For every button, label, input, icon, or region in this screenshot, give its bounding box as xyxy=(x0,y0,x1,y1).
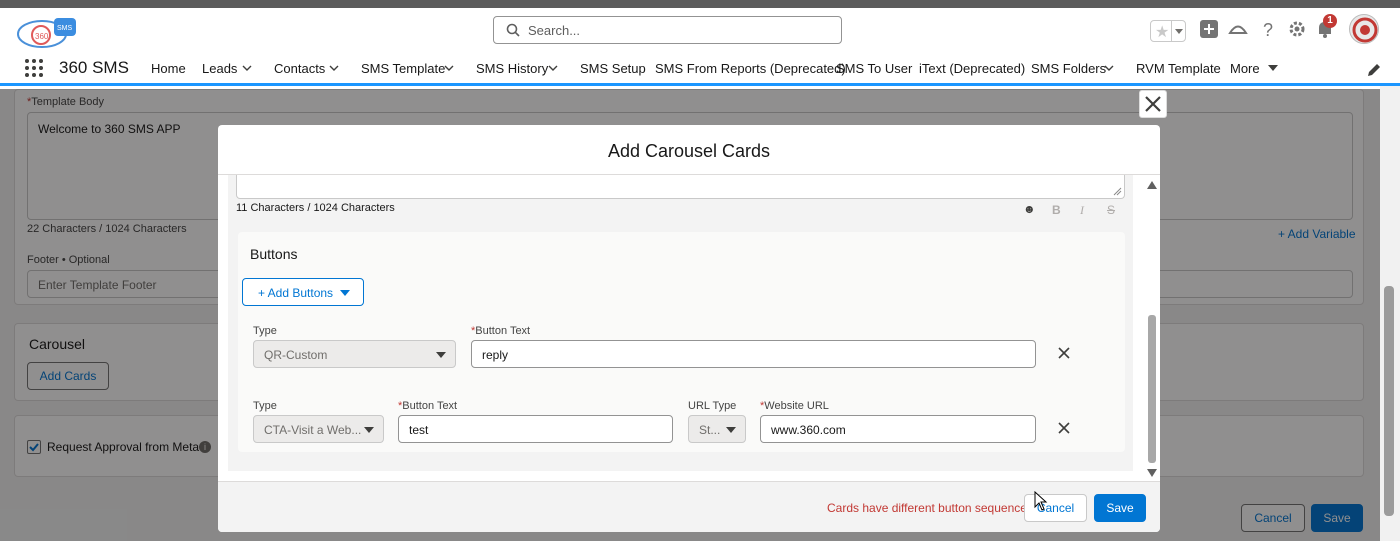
row2-website-url-value: www.360.com xyxy=(771,423,846,437)
italic-icon[interactable]: I xyxy=(1080,203,1084,218)
modal-body[interactable]: 11 Characters / 1024 Characters ☻ B I S … xyxy=(228,175,1133,471)
app-launcher-icon[interactable] xyxy=(24,58,44,78)
caret-down-icon xyxy=(340,290,350,296)
row2-website-url-input[interactable]: www.360.com xyxy=(760,415,1036,443)
favorites-dropdown-icon[interactable] xyxy=(1171,21,1185,41)
global-header: 360 SMS Search... ★ ? 1 xyxy=(0,8,1400,54)
row2-button-text-input[interactable]: test xyxy=(398,415,673,443)
row1-type-label: Type xyxy=(253,325,277,337)
trailhead-icon[interactable] xyxy=(1227,18,1249,40)
strikethrough-icon[interactable]: S xyxy=(1107,203,1115,217)
nav-item-leads[interactable]: Leads xyxy=(202,61,237,76)
chevron-down-icon[interactable] xyxy=(1104,63,1114,73)
caret-down-icon[interactable] xyxy=(1268,63,1278,73)
svg-text:?: ? xyxy=(1263,20,1273,40)
nav-item-rvm-template[interactable]: RVM Template xyxy=(1136,61,1221,76)
modal-footer: Cards have different button sequence. Ca… xyxy=(218,481,1160,532)
row1-type-select[interactable]: QR-Custom xyxy=(253,340,456,368)
app-navigation-bar: 360 SMS Home Leads Contacts SMS Template… xyxy=(0,54,1400,86)
chevron-down-icon[interactable] xyxy=(444,63,454,73)
modal-scrollbar-thumb[interactable] xyxy=(1148,315,1156,463)
row2-remove-icon[interactable] xyxy=(1056,420,1072,436)
row2-button-text-value: test xyxy=(409,423,429,437)
modal-header: Add Carousel Cards xyxy=(218,125,1160,175)
caret-down-icon xyxy=(364,427,374,433)
nav-item-sms-setup[interactable]: SMS Setup xyxy=(580,61,646,76)
card-body-char-count: 11 Characters / 1024 Characters xyxy=(236,202,395,214)
scroll-down-icon[interactable] xyxy=(1147,469,1157,477)
row2-url-type-label: URL Type xyxy=(688,400,737,412)
row2-type-select[interactable]: CTA-Visit a Web... xyxy=(253,415,384,443)
help-icon[interactable]: ? xyxy=(1258,18,1280,40)
row2-type-value: CTA-Visit a Web... xyxy=(264,423,362,437)
row1-remove-icon[interactable] xyxy=(1056,345,1072,361)
add-buttons-label: + Add Buttons xyxy=(258,286,334,300)
search-icon xyxy=(506,23,520,37)
nav-item-sms-history[interactable]: SMS History xyxy=(476,61,548,76)
nav-item-itext[interactable]: iText (Deprecated) xyxy=(919,61,1025,76)
star-icon: ★ xyxy=(1155,24,1170,41)
modal-save-button[interactable]: Save xyxy=(1094,494,1146,522)
page-scrollbar-thumb[interactable] xyxy=(1384,286,1394,516)
caret-down-icon xyxy=(436,352,446,358)
row1-type-value: QR-Custom xyxy=(264,348,328,362)
row2-type-label: Type xyxy=(253,400,277,412)
card-body-textarea[interactable] xyxy=(236,175,1125,199)
resize-handle-icon[interactable] xyxy=(1113,187,1122,196)
add-carousel-cards-modal: Add Carousel Cards 11 Characters / 1024 … xyxy=(218,125,1160,532)
chevron-down-icon[interactable] xyxy=(329,63,339,73)
add-buttons-dropdown[interactable]: + Add Buttons xyxy=(242,278,364,306)
row1-button-text-input[interactable]: reply xyxy=(471,340,1036,368)
close-icon xyxy=(1145,96,1161,112)
app-logo[interactable]: 360 SMS xyxy=(14,14,84,50)
global-actions-icon[interactable] xyxy=(1198,18,1220,40)
svg-text:360: 360 xyxy=(35,32,49,41)
svg-text:SMS: SMS xyxy=(57,25,73,32)
mouse-cursor-icon xyxy=(1034,491,1048,511)
global-search-input[interactable]: Search... xyxy=(493,16,842,44)
row2-website-url-label: *Website URL xyxy=(760,400,829,412)
nav-item-more[interactable]: More xyxy=(1230,61,1260,76)
search-placeholder: Search... xyxy=(528,23,581,38)
chevron-down-icon[interactable] xyxy=(548,63,558,73)
notification-badge: 1 xyxy=(1323,14,1337,28)
row2-url-type-value: St... xyxy=(699,423,721,437)
modal-scrollbar[interactable] xyxy=(1146,175,1158,481)
nav-item-sms-to-user[interactable]: SMS To User xyxy=(836,61,912,76)
edit-nav-pencil-icon[interactable] xyxy=(1366,62,1382,78)
row2-url-type-select[interactable]: St... xyxy=(688,415,746,443)
favorites-button[interactable]: ★ xyxy=(1150,20,1186,42)
buttons-title: Buttons xyxy=(250,246,298,262)
row1-button-text-label: *Button Text xyxy=(471,325,531,337)
nav-item-sms-template[interactable]: SMS Template xyxy=(361,61,445,76)
chevron-down-icon[interactable] xyxy=(242,63,252,73)
modal-title: Add Carousel Cards xyxy=(607,141,771,161)
row1-button-text-value: reply xyxy=(482,348,509,362)
page-scrollbar[interactable] xyxy=(1380,86,1400,541)
window-top-strip xyxy=(0,0,1400,8)
nav-item-contacts[interactable]: Contacts xyxy=(274,61,325,76)
gear-icon[interactable] xyxy=(1286,18,1308,40)
user-avatar[interactable] xyxy=(1349,14,1379,44)
buttons-panel: Buttons + Add Buttons Type QR-Custom *Bu… xyxy=(238,232,1125,452)
scroll-up-icon[interactable] xyxy=(1147,181,1157,189)
row2-button-text-label: *Button Text xyxy=(398,400,458,412)
emoji-icon[interactable]: ☻ xyxy=(1023,202,1036,216)
caret-down-icon xyxy=(726,427,736,433)
nav-item-home[interactable]: Home xyxy=(151,61,186,76)
bold-icon[interactable]: B xyxy=(1052,203,1061,217)
modal-close-button[interactable] xyxy=(1139,90,1167,118)
app-name: 360 SMS xyxy=(59,58,129,77)
nav-item-sms-folders[interactable]: SMS Folders xyxy=(1031,61,1106,76)
nav-item-sms-from-reports[interactable]: SMS From Reports (Deprecated) xyxy=(655,61,846,76)
error-message: Cards have different button sequence. xyxy=(827,501,1031,515)
